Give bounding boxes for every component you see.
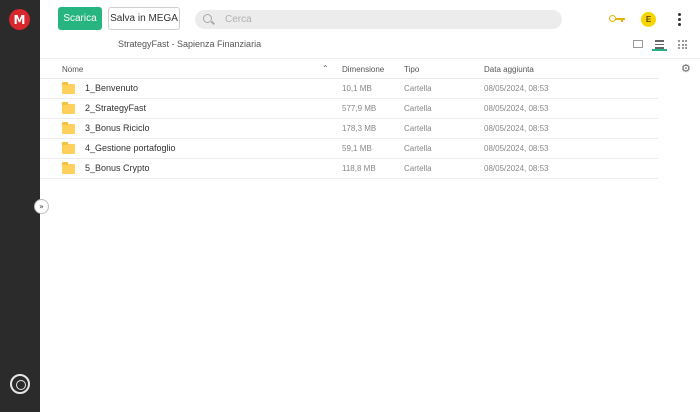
rubbish-bin-icon[interactable] [10, 374, 30, 394]
search-icon [203, 14, 212, 23]
file-date: 08/05/2024, 08:53 [484, 124, 549, 133]
file-size: 178,3 MB [342, 124, 377, 133]
file-type: Cartella [404, 144, 432, 153]
file-size: 577,9 MB [342, 104, 377, 113]
list-view-icon[interactable] [652, 37, 667, 51]
file-name: 2_StrategyFast [85, 103, 147, 113]
table-row[interactable]: 1_Benvenuto 10,1 MB Cartella 08/05/2024,… [40, 79, 658, 99]
folder-icon [62, 82, 75, 94]
column-header-size[interactable]: Dimensione [342, 65, 384, 74]
column-header-name[interactable]: Nome [62, 65, 83, 74]
file-list: 1_Benvenuto 10,1 MB Cartella 08/05/2024,… [40, 79, 658, 179]
search-bar [195, 10, 562, 29]
key-icon[interactable] [609, 15, 625, 23]
download-button[interactable]: Scarica [58, 7, 102, 30]
file-name: 5_Bonus Crypto [85, 163, 150, 173]
file-name: 3_Bonus Riciclo [85, 123, 150, 133]
file-name: 1_Benvenuto [85, 83, 139, 93]
column-header-date[interactable]: Data aggiunta [484, 65, 534, 74]
file-size: 10,1 MB [342, 84, 372, 93]
chevron-up-icon[interactable]: ⌃ [322, 64, 329, 73]
column-header-type[interactable]: Tipo [404, 65, 419, 74]
file-date: 08/05/2024, 08:53 [484, 84, 549, 93]
table-row[interactable]: 3_Bonus Riciclo 178,3 MB Cartella 08/05/… [40, 119, 658, 139]
mega-logo-icon[interactable]: M [9, 9, 30, 30]
file-size: 118,8 MB [342, 164, 376, 173]
search-input[interactable] [225, 10, 545, 29]
grid-view-icon[interactable] [678, 40, 687, 49]
save-to-mega-button[interactable]: Salva in MEGA [108, 7, 180, 30]
gear-icon[interactable]: ⚙ [681, 63, 692, 74]
folder-icon [62, 162, 75, 174]
file-date: 08/05/2024, 08:53 [484, 104, 549, 113]
table-row[interactable]: 4_Gestione portafoglio 59,1 MB Cartella … [40, 139, 658, 159]
table-row[interactable]: 2_StrategyFast 577,9 MB Cartella 08/05/2… [40, 99, 658, 119]
file-name: 4_Gestione portafoglio [85, 143, 176, 153]
file-date: 08/05/2024, 08:53 [484, 164, 549, 173]
table-header: Nome ⌃ Dimensione Tipo Data aggiunta [40, 59, 658, 79]
folder-icon [62, 142, 75, 154]
folder-icon [62, 122, 75, 134]
file-type: Cartella [404, 84, 432, 93]
file-type: Cartella [404, 104, 432, 113]
table-row[interactable]: 5_Bonus Crypto 118,8 MB Cartella 08/05/2… [40, 159, 658, 179]
file-type: Cartella [404, 124, 432, 133]
breadcrumb: StrategyFast - Sapienza Finanziaria [118, 39, 262, 49]
kebab-menu-icon[interactable] [678, 13, 681, 26]
expand-sidebar-icon[interactable]: » [34, 199, 49, 214]
file-size: 59,1 MB [342, 144, 372, 153]
avatar[interactable]: E [641, 12, 656, 27]
thumbnail-view-icon[interactable] [633, 40, 643, 48]
file-type: Cartella [404, 164, 432, 173]
file-date: 08/05/2024, 08:53 [484, 144, 549, 153]
folder-icon [62, 102, 75, 114]
